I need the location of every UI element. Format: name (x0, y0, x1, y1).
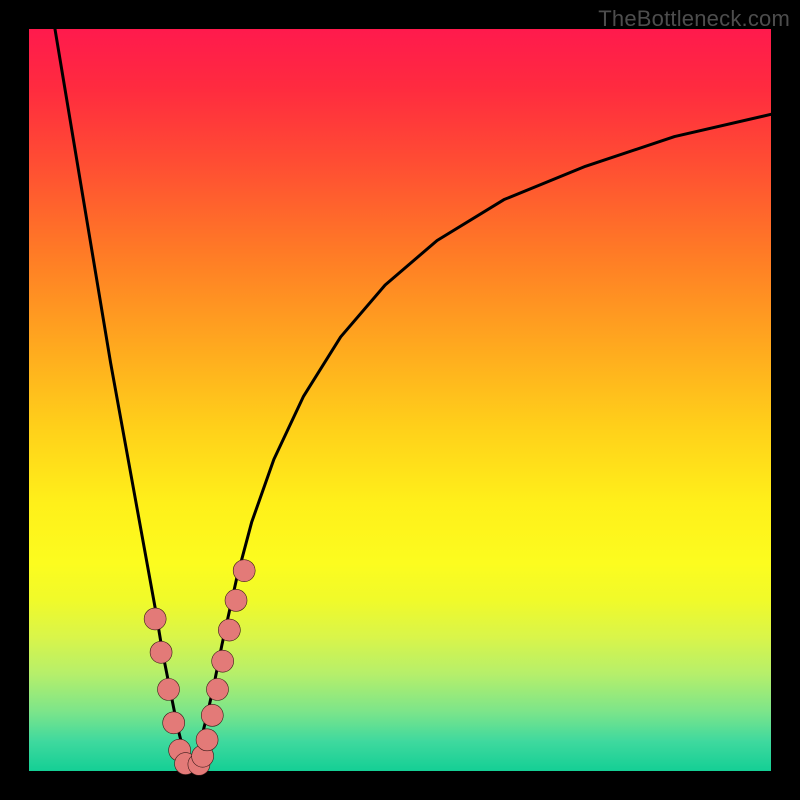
attribution-text: TheBottleneck.com (598, 6, 790, 32)
chart-svg (0, 0, 800, 800)
chart-frame: TheBottleneck.com (0, 0, 800, 800)
